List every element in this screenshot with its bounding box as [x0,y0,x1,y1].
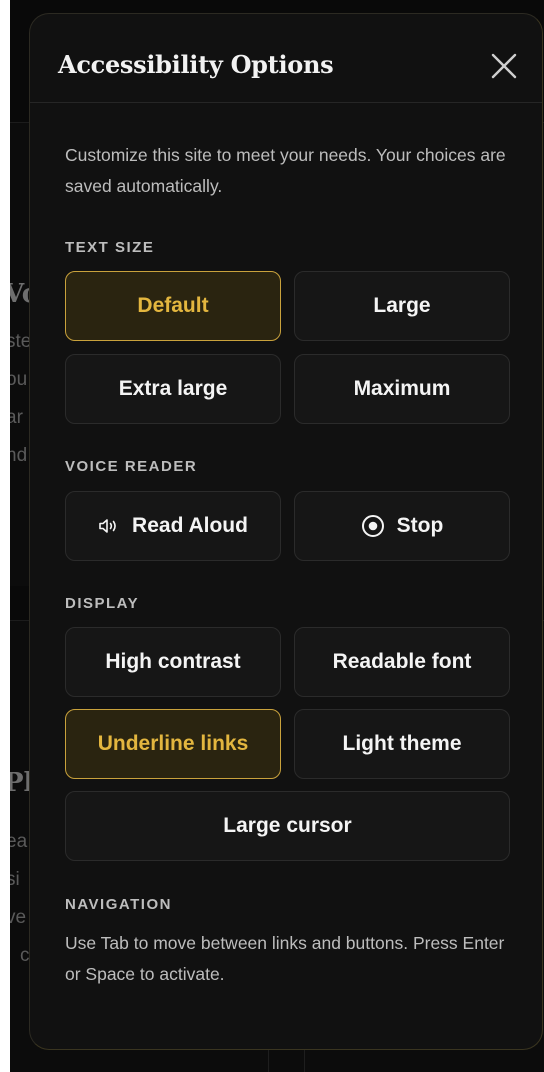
high-contrast-button[interactable]: High contrast [65,627,281,697]
text-size-maximum-button[interactable]: Maximum [294,354,510,424]
readable-font-button[interactable]: Readable font [294,627,510,697]
background-text-fragment: ea [10,831,28,852]
panel-title: Accessibility Options [58,50,334,79]
background-text-fragment: si [10,869,20,890]
stop-button[interactable]: Stop [294,491,510,561]
background-text-fragment: nd [10,445,28,466]
background-divider [304,1050,305,1072]
background-text-fragment: ou [10,369,28,390]
navigation-help-text: Use Tab to move between links and button… [65,933,505,984]
text-size-default-button[interactable]: Default [65,271,281,341]
background-divider [268,1050,269,1072]
speaker-icon [98,518,120,534]
stop-label: Stop [396,514,444,537]
large-cursor-button[interactable]: Large cursor [65,791,510,861]
read-aloud-label: Read Aloud [132,514,248,537]
text-size-large-button[interactable]: Large [294,271,510,341]
close-icon [490,52,518,80]
navigation-label: NAVIGATION [65,896,172,913]
page: Vo ste ou ar nd Pl ea si ve c Accessibil… [0,0,544,1072]
panel-intro: Customize this site to meet your needs. … [65,145,506,196]
background-text-fragment: ar [10,407,23,428]
background-text-fragment: ve [10,907,27,928]
panel-header: Accessibility Options [30,14,542,103]
text-size-label: TEXT SIZE [65,239,155,256]
stop-circle-icon [361,514,385,538]
close-button[interactable] [486,48,522,84]
underline-links-button[interactable]: Underline links [65,709,281,779]
text-size-extra-large-button[interactable]: Extra large [65,354,281,424]
read-aloud-button[interactable]: Read Aloud [65,491,281,561]
light-theme-button[interactable]: Light theme [294,709,510,779]
voice-reader-label: VOICE READER [65,458,198,475]
display-label: DISPLAY [65,595,140,612]
accessibility-panel: Accessibility Options Customize this sit… [29,13,543,1050]
